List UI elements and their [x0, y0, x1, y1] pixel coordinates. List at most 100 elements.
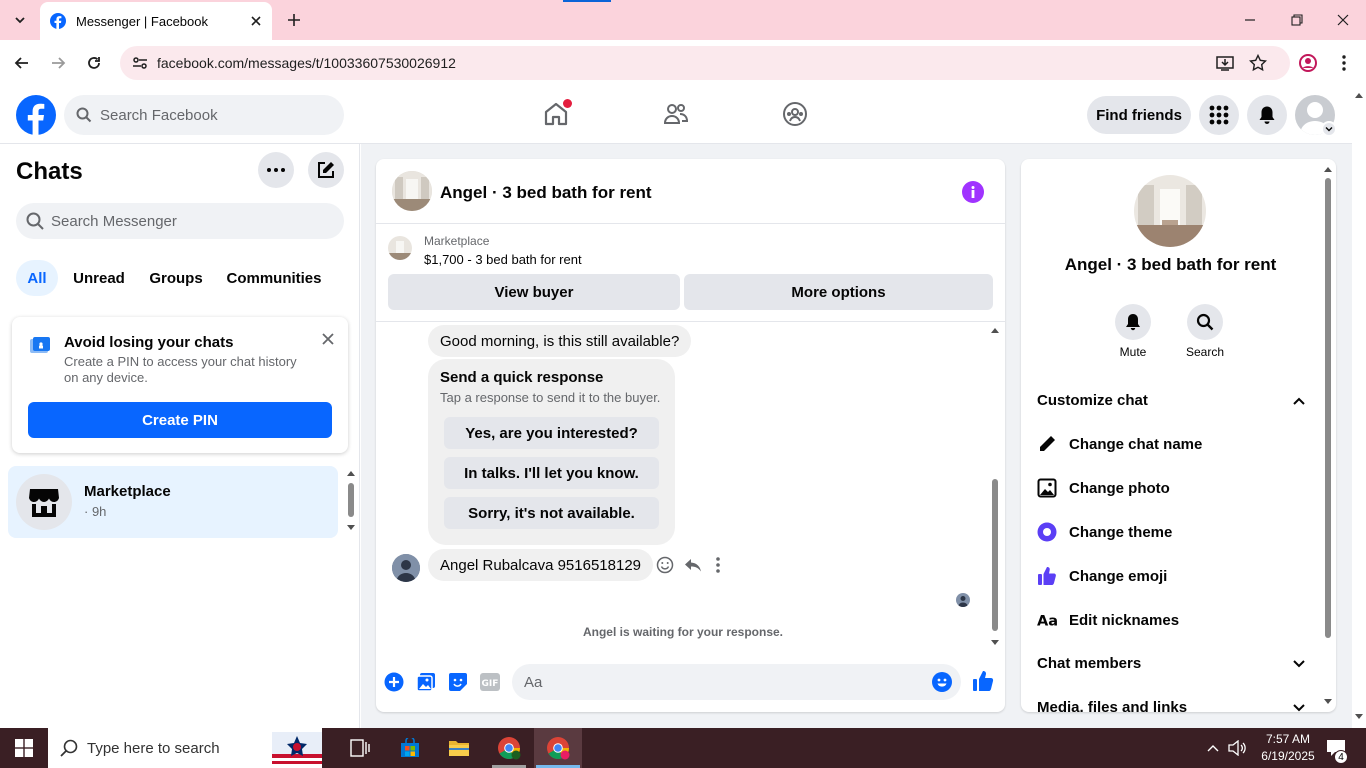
profile-icon[interactable] — [1296, 51, 1320, 75]
more-options-button[interactable]: More options — [684, 274, 993, 310]
clock[interactable]: 7:57 AM 6/19/2025 — [1252, 731, 1324, 765]
window-indicator — [563, 0, 611, 2]
task-view-icon[interactable] — [340, 728, 380, 768]
reload-icon[interactable] — [82, 51, 106, 75]
forward-icon[interactable] — [46, 51, 70, 75]
chat-list-item[interactable]: Marketplace · 9h — [8, 466, 338, 538]
svg-text:GIF: GIF — [482, 679, 499, 689]
message-more-icon[interactable] — [715, 556, 721, 574]
tab-search-chevron-icon[interactable] — [8, 8, 32, 32]
media-files-section[interactable]: Media, files and links — [1037, 699, 1305, 712]
file-explorer-icon[interactable] — [439, 728, 479, 768]
chrome-active-icon[interactable] — [534, 728, 582, 768]
change-photo-label: Change photo — [1069, 479, 1170, 497]
url-field[interactable]: facebook.com/messages/t/1003360753002691… — [120, 46, 1290, 80]
svg-text:Aa: Aa — [1037, 613, 1057, 628]
like-thumb-icon[interactable] — [972, 670, 994, 692]
change-emoji-item[interactable]: Change emoji — [1037, 566, 1167, 586]
quick-response-button[interactable]: Yes, are you interested? — [444, 417, 659, 449]
search-icon — [26, 212, 44, 230]
message-bubble[interactable]: Angel Rubalcava 9516518129 — [428, 549, 653, 581]
menu-grid-button[interactable] — [1199, 95, 1239, 135]
close-card-icon[interactable] — [318, 329, 338, 349]
browser-tab-bar: Messenger | Facebook — [0, 0, 1366, 40]
new-message-button[interactable] — [308, 152, 344, 188]
sender-avatar[interactable] — [392, 554, 420, 582]
seen-avatar — [956, 593, 970, 607]
marketplace-store-icon — [16, 474, 72, 530]
chat-members-section[interactable]: Chat members — [1037, 655, 1305, 672]
browser-menu-icon[interactable] — [1332, 51, 1356, 75]
edit-nicknames-item[interactable]: Aa Edit nicknames — [1037, 610, 1179, 630]
tray-chevron-up-icon[interactable] — [1203, 728, 1223, 768]
react-emoji-icon[interactable] — [656, 556, 674, 574]
header-divider — [376, 223, 1005, 224]
chats-options-button[interactable] — [258, 152, 294, 188]
groups-icon[interactable] — [779, 98, 811, 130]
restore-icon[interactable] — [1287, 10, 1307, 30]
chat-list-scrollbar[interactable] — [346, 469, 356, 535]
taskbar-search-input[interactable]: Type here to search — [48, 728, 322, 768]
filter-all[interactable]: All — [16, 260, 58, 296]
windows-start-icon[interactable] — [0, 728, 48, 768]
sticker-icon[interactable] — [448, 672, 468, 692]
quick-response-button[interactable]: Sorry, it's not available. — [444, 497, 659, 529]
chrome-profile-icon[interactable] — [489, 728, 529, 768]
message-bubble[interactable]: Good morning, is this still available? — [428, 325, 692, 357]
home-icon[interactable] — [540, 98, 572, 130]
search-conversation-button[interactable] — [1187, 304, 1223, 340]
filter-communities[interactable]: Communities — [220, 260, 328, 296]
find-friends-button[interactable]: Find friends — [1087, 96, 1191, 134]
change-theme-item[interactable]: Change theme — [1037, 522, 1172, 542]
notifications-button[interactable] — [1247, 95, 1287, 135]
facebook-search-placeholder: Search Facebook — [100, 106, 218, 124]
conversation-title[interactable]: Angel · 3 bed bath for rent — [440, 183, 652, 203]
filter-unread[interactable]: Unread — [66, 260, 132, 296]
mute-button[interactable] — [1115, 304, 1151, 340]
install-app-icon[interactable] — [1216, 54, 1234, 72]
info-icon[interactable] — [962, 181, 984, 203]
site-settings-icon[interactable] — [132, 55, 148, 71]
reply-icon[interactable] — [684, 556, 702, 574]
chevron-down-icon — [1293, 703, 1305, 712]
clock-date: 6/19/2025 — [1261, 749, 1315, 763]
gif-icon[interactable]: GIF — [479, 672, 501, 692]
create-pin-button[interactable]: Create PIN — [28, 402, 332, 438]
listing-title[interactable]: $1,700 - 3 bed bath for rent — [424, 252, 582, 267]
facebook-search-input[interactable]: Search Facebook — [64, 95, 344, 135]
bookmark-star-icon[interactable] — [1249, 54, 1267, 72]
microsoft-store-icon[interactable] — [390, 728, 430, 768]
change-photo-item[interactable]: Change photo — [1037, 478, 1170, 498]
close-window-icon[interactable] — [1333, 10, 1353, 30]
volume-icon[interactable] — [1226, 728, 1248, 768]
page-scrollbar[interactable] — [1352, 86, 1366, 728]
pin-card-title: Avoid losing your chats — [64, 334, 234, 351]
attach-photo-icon[interactable] — [416, 672, 436, 692]
close-tab-icon[interactable] — [250, 15, 262, 27]
customize-chat-section[interactable]: Customize chat — [1037, 392, 1305, 409]
chevron-up-icon — [1293, 397, 1305, 405]
active-tab[interactable]: Messenger | Facebook — [40, 2, 272, 40]
emoji-icon[interactable] — [932, 672, 952, 692]
account-chevron-icon[interactable] — [1321, 121, 1337, 137]
message-input[interactable]: Aa — [512, 664, 961, 700]
friends-icon[interactable] — [660, 98, 692, 130]
quick-response-button[interactable]: In talks. I'll let you know. — [444, 457, 659, 489]
info-avatar[interactable] — [1134, 175, 1206, 247]
media-files-label: Media, files and links — [1037, 699, 1188, 712]
messenger-search-input[interactable]: Search Messenger — [16, 203, 344, 239]
info-scrollbar[interactable] — [1322, 163, 1334, 708]
compose-icon — [318, 162, 334, 178]
new-tab-icon[interactable] — [282, 8, 306, 32]
notification-center-icon[interactable]: 4 — [1324, 728, 1348, 768]
filter-groups[interactable]: Groups — [142, 260, 210, 296]
minimize-icon[interactable] — [1240, 10, 1260, 30]
conversation-avatar[interactable] — [392, 171, 432, 211]
facebook-logo-icon[interactable] — [16, 95, 56, 135]
view-buyer-button[interactable]: View buyer — [388, 274, 680, 310]
more-actions-icon[interactable] — [384, 672, 404, 692]
theme-circle-icon — [1037, 522, 1057, 542]
conversation-scrollbar[interactable] — [989, 325, 1001, 651]
change-chat-name-item[interactable]: Change chat name — [1037, 434, 1202, 454]
back-icon[interactable] — [10, 51, 34, 75]
